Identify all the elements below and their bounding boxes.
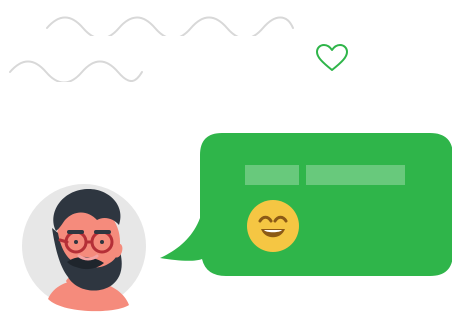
decorative-wave-bottom: [9, 60, 143, 82]
chat-illustration: [0, 0, 452, 313]
decorative-wave-top: [46, 16, 294, 36]
bearded-man-icon: [48, 188, 129, 312]
message-placeholder-bar-1: [245, 165, 299, 185]
message-placeholder-bar-2: [306, 165, 405, 185]
avatar: [22, 184, 146, 312]
heart-icon: [316, 44, 348, 71]
message-bubble: [160, 133, 452, 276]
smile-emoji-icon: [247, 200, 299, 252]
